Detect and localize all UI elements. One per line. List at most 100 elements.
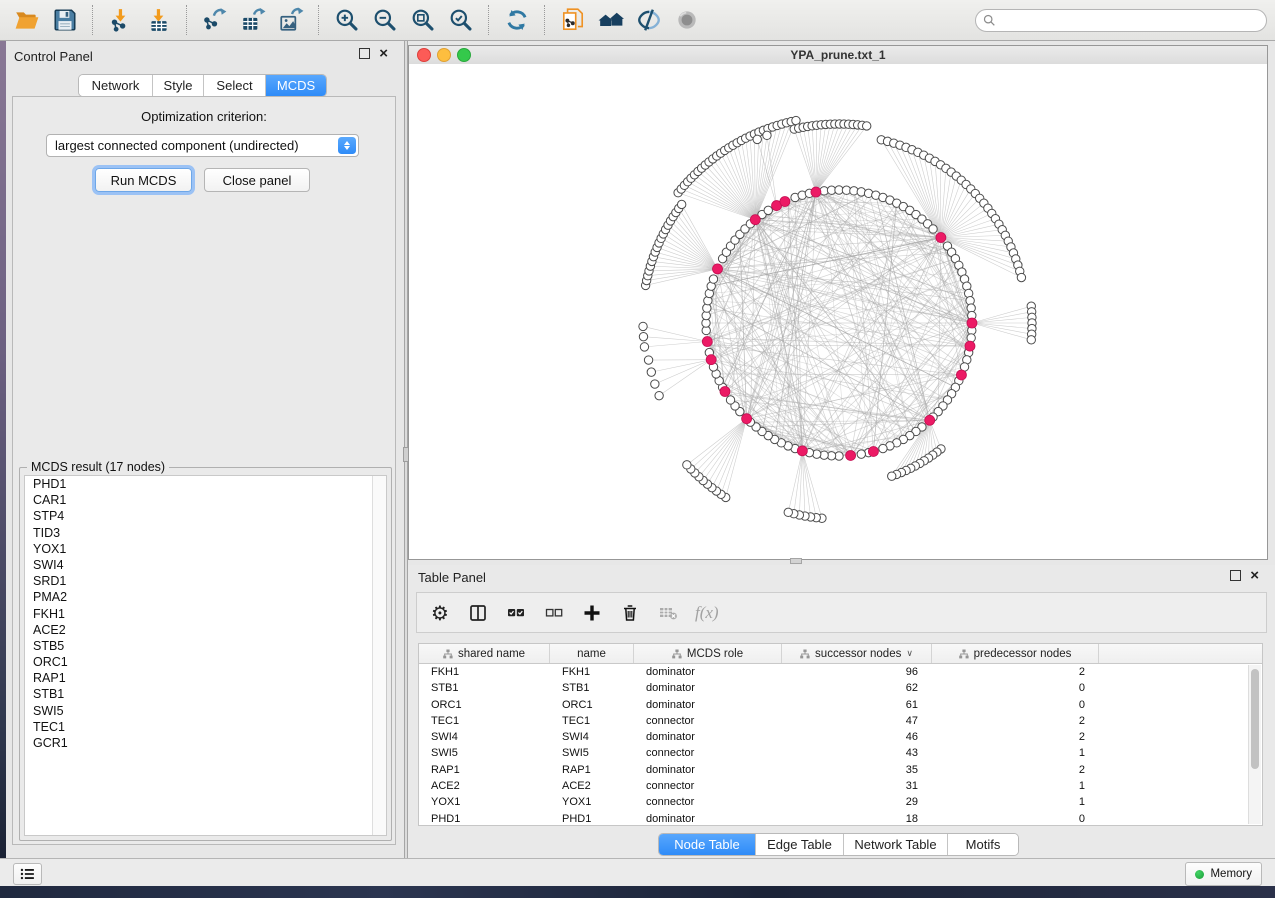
table-scrollbar-thumb[interactable]	[1251, 669, 1259, 769]
table-row[interactable]: SWI4SWI4dominator462	[419, 729, 1262, 745]
column-header-predecessor-nodes[interactable]: predecessor nodes	[932, 644, 1099, 663]
import-table-icon[interactable]	[145, 6, 173, 34]
mcds-result-item[interactable]: FKH1	[25, 606, 386, 622]
column-header-successor-nodes[interactable]: successor nodes∨	[782, 644, 932, 663]
delete-row-icon[interactable]	[619, 602, 641, 624]
table-row[interactable]: STB1STB1dominator620	[419, 680, 1262, 696]
mcds-result-item[interactable]: PHD1	[25, 476, 386, 492]
table-scrollbar[interactable]	[1248, 665, 1261, 824]
cell-successor-nodes: 62	[782, 680, 932, 696]
cell-name: SWI5	[550, 745, 634, 761]
mcds-result-list[interactable]: PHD1CAR1STP4TID3YOX1SWI4SRD1PMA2FKH1ACE2…	[24, 475, 387, 836]
main-toolbar	[0, 0, 1275, 41]
mcds-result-item[interactable]: STP4	[25, 508, 386, 524]
close-panel-button[interactable]: Close panel	[204, 168, 310, 192]
close-table-panel-icon[interactable]: ×	[1250, 571, 1259, 580]
zoom-selected-icon[interactable]	[447, 6, 475, 34]
mcds-result-item[interactable]: SWI5	[25, 703, 386, 719]
zoom-fit-icon[interactable]	[409, 6, 437, 34]
hide-graphics-details-icon[interactable]	[635, 6, 663, 34]
cell-MCDS-role: connector	[634, 794, 782, 810]
optimization-criterion-select[interactable]: largest connected component (undirected)	[46, 134, 359, 157]
mcds-result-item[interactable]: RAP1	[25, 670, 386, 686]
cell-MCDS-role: dominator	[634, 811, 782, 826]
table-row[interactable]: FKH1FKH1dominator962	[419, 664, 1262, 680]
column-header-MCDS-role[interactable]: MCDS role	[634, 644, 782, 663]
mcds-result-item[interactable]: YOX1	[25, 541, 386, 557]
tab-network[interactable]: Network	[79, 75, 153, 96]
columns-icon[interactable]	[467, 602, 489, 624]
network-canvas[interactable]	[409, 64, 1267, 559]
table-row[interactable]: ACE2ACE2connector311	[419, 778, 1262, 794]
table-row[interactable]: YOX1YOX1connector291	[419, 794, 1262, 810]
cell-MCDS-role: dominator	[634, 664, 782, 680]
search-box[interactable]	[975, 9, 1267, 32]
mapped-column-icon	[959, 649, 969, 659]
mcds-result-item[interactable]: GCR1	[25, 735, 386, 751]
float-table-panel-icon[interactable]	[1230, 570, 1241, 581]
cell-successor-nodes: 31	[782, 778, 932, 794]
cell-predecessor-nodes: 2	[932, 664, 1099, 680]
import-network-icon[interactable]	[107, 6, 135, 34]
table-row[interactable]: ORC1ORC1dominator610	[419, 697, 1262, 713]
deselect-all-icon[interactable]	[543, 602, 565, 624]
float-panel-icon[interactable]	[359, 48, 370, 59]
mcds-result-item[interactable]: STB5	[25, 638, 386, 654]
mcds-result-item[interactable]: SWI4	[25, 557, 386, 573]
save-session-icon[interactable]	[51, 6, 79, 34]
optimization-criterion-label: Optimization criterion:	[13, 109, 395, 124]
home-icon[interactable]	[597, 6, 625, 34]
zoom-out-icon[interactable]	[371, 6, 399, 34]
table-toolbar: ⚙ f(x)	[416, 592, 1267, 633]
export-image-icon[interactable]	[277, 6, 305, 34]
search-input[interactable]	[1000, 11, 1266, 31]
network-window-titlebar[interactable]: YPA_prune.txt_1	[409, 46, 1267, 65]
table-row[interactable]: TEC1TEC1connector472	[419, 713, 1262, 729]
mcds-result-item[interactable]: ACE2	[25, 622, 386, 638]
settings-icon[interactable]: ⚙	[429, 602, 451, 624]
mcds-result-item[interactable]: STB1	[25, 686, 386, 702]
add-row-icon[interactable]	[581, 602, 603, 624]
column-header-shared-name[interactable]: shared name	[419, 644, 550, 663]
export-network-icon[interactable]	[201, 6, 229, 34]
tab-motifs[interactable]: Motifs	[948, 834, 1018, 855]
mcds-result-item[interactable]: CAR1	[25, 492, 386, 508]
run-mcds-button[interactable]: Run MCDS	[95, 168, 192, 192]
table-panel-title: Table Panel	[418, 570, 486, 585]
mcds-result-item[interactable]: PMA2	[25, 589, 386, 605]
mapped-column-icon	[443, 649, 453, 659]
tab-network-table[interactable]: Network Table	[844, 834, 948, 855]
mcds-result-item[interactable]: SRD1	[25, 573, 386, 589]
tab-mcds[interactable]: MCDS	[266, 75, 326, 96]
mcds-result-item[interactable]: ORC1	[25, 654, 386, 670]
table-row[interactable]: PHD1PHD1dominator180	[419, 811, 1262, 826]
control-panel-tabs: NetworkStyleSelectMCDS	[78, 74, 327, 97]
cell-predecessor-nodes: 2	[932, 762, 1099, 778]
tab-node-table[interactable]: Node Table	[659, 834, 756, 855]
share-document-icon[interactable]	[559, 6, 587, 34]
mcds-result-item[interactable]: TEC1	[25, 719, 386, 735]
memory-button[interactable]: Memory	[1185, 862, 1262, 886]
fx-icon: f(x)	[695, 602, 719, 624]
horizontal-splitter-handle[interactable]	[790, 558, 802, 564]
table-row[interactable]: SWI5SWI5connector431	[419, 745, 1262, 761]
column-header-name[interactable]: name	[550, 644, 634, 663]
refresh-icon[interactable]	[503, 6, 531, 34]
zoom-in-icon[interactable]	[333, 6, 361, 34]
select-all-icon[interactable]	[505, 602, 527, 624]
task-history-button[interactable]	[13, 863, 42, 885]
tab-style[interactable]: Style	[153, 75, 204, 96]
export-table-icon[interactable]	[239, 6, 267, 34]
tab-select[interactable]: Select	[204, 75, 266, 96]
cell-name: SWI4	[550, 729, 634, 745]
mcds-list-scrollbar[interactable]	[372, 476, 386, 835]
toolbar-separator	[186, 5, 188, 35]
open-file-icon[interactable]	[13, 6, 41, 34]
close-panel-icon[interactable]: ×	[379, 49, 388, 58]
cell-successor-nodes: 96	[782, 664, 932, 680]
mcds-result-item[interactable]: TID3	[25, 525, 386, 541]
node-table: shared namenameMCDS rolesuccessor nodes∨…	[418, 643, 1263, 826]
show-graphics-details-icon[interactable]	[673, 6, 701, 34]
table-row[interactable]: RAP1RAP1dominator352	[419, 762, 1262, 778]
tab-edge-table[interactable]: Edge Table	[756, 834, 844, 855]
